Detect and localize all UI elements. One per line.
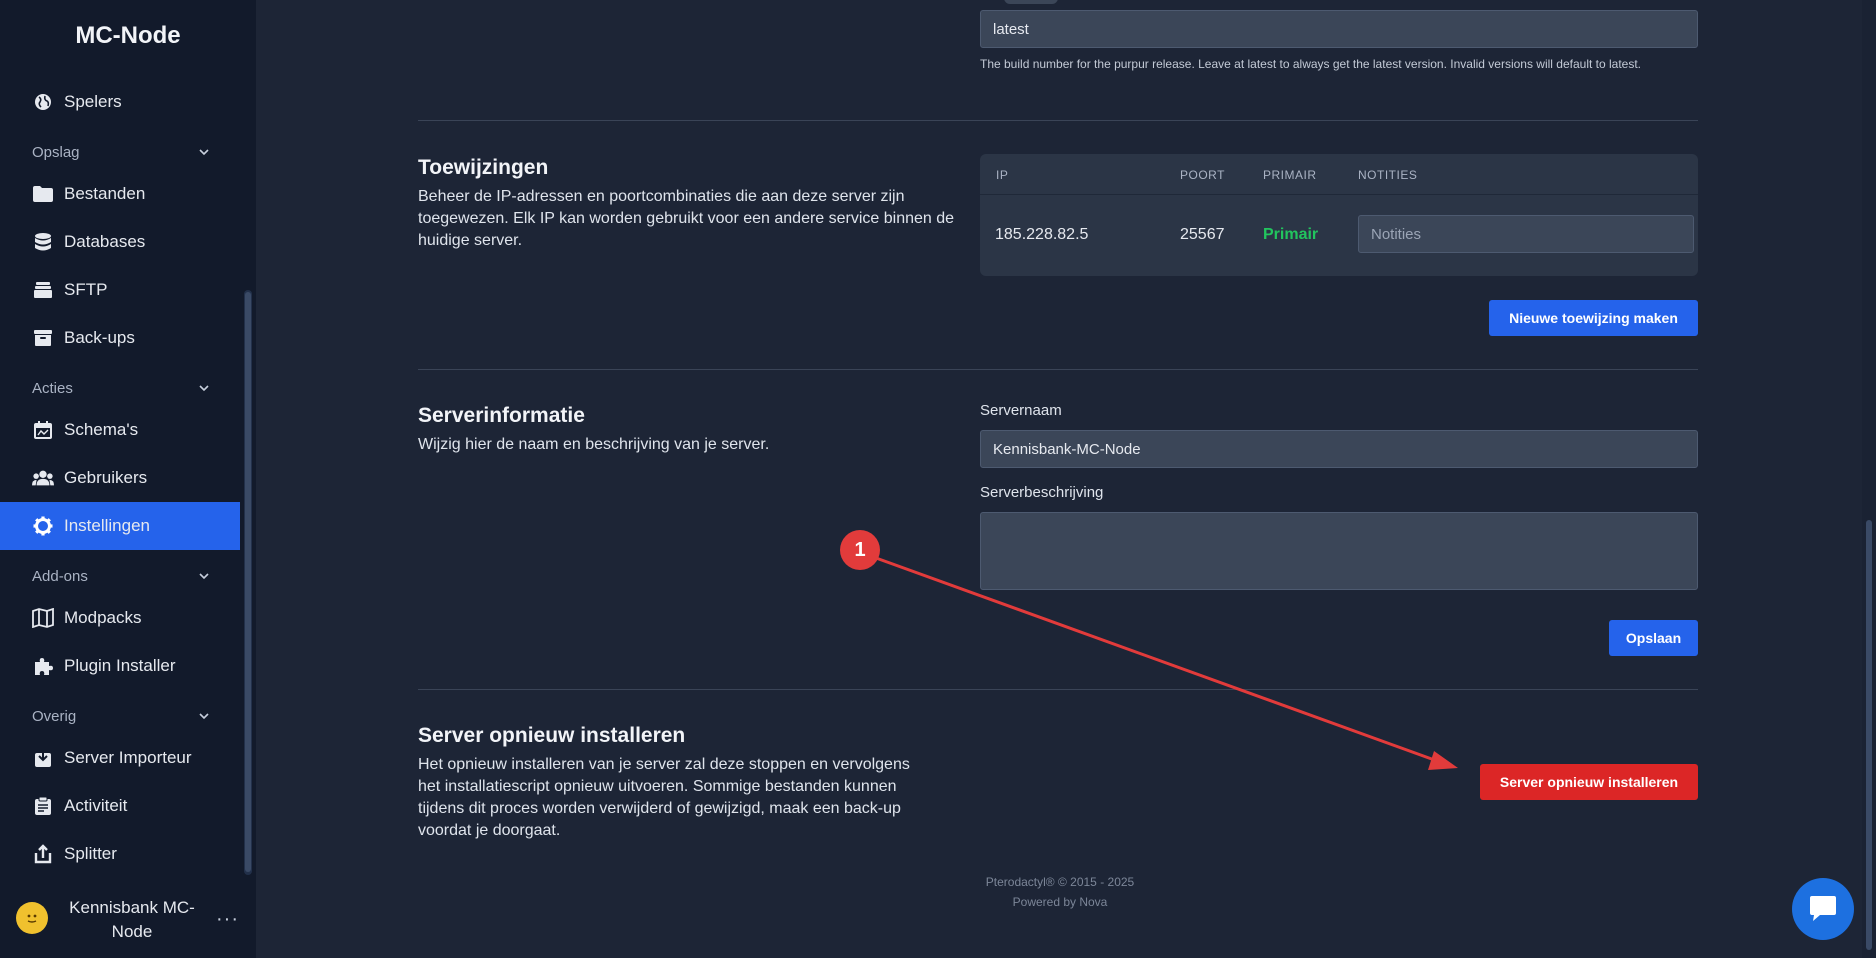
import-icon bbox=[32, 747, 54, 769]
allocation-primary-badge: Primair bbox=[1263, 226, 1319, 243]
calendar-icon bbox=[32, 419, 54, 441]
save-button[interactable]: Opslaan bbox=[1609, 620, 1698, 656]
server-info-title: Serverinformatie bbox=[418, 404, 585, 427]
allocations-title: Toewijzingen bbox=[418, 156, 549, 179]
sidebar-item-gebruikers[interactable]: Gebruikers bbox=[0, 454, 240, 502]
puzzle-icon bbox=[32, 655, 54, 677]
chevron-down-icon bbox=[199, 385, 209, 392]
sidebar-item-label: Splitter bbox=[64, 844, 117, 863]
avatar bbox=[16, 902, 48, 934]
allocation-notes-input[interactable] bbox=[1358, 215, 1694, 253]
sidebar-item-bestanden[interactable]: Bestanden bbox=[0, 170, 240, 218]
sidebar-scrollbar-thumb[interactable] bbox=[245, 292, 251, 872]
sidebar-item-label: SFTP bbox=[64, 280, 108, 299]
sidebar-item-plugin-installer[interactable]: Plugin Installer bbox=[0, 642, 240, 690]
section-label: Opslag bbox=[32, 143, 80, 161]
sidebar-item-schemas[interactable]: Schema's bbox=[0, 406, 240, 454]
section-label: Acties bbox=[32, 379, 73, 397]
section-opslag[interactable]: Opslag bbox=[32, 138, 210, 166]
column-header-ip: IP bbox=[996, 168, 1009, 182]
reinstall-title: Server opnieuw installeren bbox=[418, 724, 686, 747]
input-tab-remnant bbox=[1004, 0, 1058, 4]
server-info-description: Wijzig hier de naam en beschrijving van … bbox=[418, 436, 770, 453]
column-header-port: POORT bbox=[1180, 168, 1225, 182]
section-addons[interactable]: Add-ons bbox=[32, 562, 210, 590]
sidebar-item-server-importeur[interactable]: Server Importeur bbox=[0, 734, 240, 782]
sidebar-item-sftp[interactable]: SFTP bbox=[0, 266, 240, 314]
sidebar-item-backups[interactable]: Back-ups bbox=[0, 314, 240, 362]
chat-button[interactable] bbox=[1792, 878, 1854, 940]
user-name: Kennisbank MC-Node bbox=[69, 898, 195, 941]
reinstall-server-button[interactable]: Server opnieuw installeren bbox=[1480, 764, 1698, 800]
sidebar-item-instellingen[interactable]: Instellingen bbox=[0, 502, 240, 550]
column-header-notes: NOTITIES bbox=[1358, 168, 1418, 182]
allocations-description: Beheer de IP-adressen en poortcombinatie… bbox=[418, 188, 955, 249]
chevron-down-icon bbox=[199, 573, 209, 580]
sidebar-item-label: Modpacks bbox=[64, 608, 142, 627]
annotation-marker: 1 bbox=[840, 530, 880, 570]
section-label: Overig bbox=[32, 707, 77, 725]
section-acties[interactable]: Acties bbox=[32, 374, 210, 402]
chevron-down-icon bbox=[199, 713, 209, 720]
server-name-label: Servernaam bbox=[980, 402, 1062, 419]
sidebar-item-splitter[interactable]: Splitter bbox=[0, 830, 240, 878]
upload-icon bbox=[32, 843, 54, 865]
folder-icon bbox=[32, 183, 54, 205]
chat-icon bbox=[1810, 896, 1836, 921]
database-icon bbox=[32, 231, 54, 253]
annotation-arrow bbox=[875, 556, 1458, 770]
sidebar-item-label: Schema's bbox=[64, 420, 139, 439]
sidebar-item-label: Spelers bbox=[64, 92, 122, 111]
sidebar-item-label: Databases bbox=[64, 232, 146, 251]
gear-icon bbox=[32, 515, 54, 537]
footer-powered-by: Powered by Nova bbox=[1012, 895, 1108, 909]
sftp-icon bbox=[32, 279, 54, 301]
section-divider bbox=[418, 120, 1698, 121]
column-header-primary: PRIMAIR bbox=[1263, 168, 1317, 182]
allocation-ip: 185.228.82.5 bbox=[995, 226, 1089, 243]
sidebar-item-label: Bestanden bbox=[64, 184, 146, 203]
sidebar-item-activiteit[interactable]: Activiteit bbox=[0, 782, 240, 830]
chevron-down-icon bbox=[199, 149, 209, 156]
build-number-input[interactable] bbox=[980, 10, 1698, 48]
main-scrollbar-thumb[interactable] bbox=[1866, 520, 1872, 950]
archive-icon bbox=[32, 327, 54, 349]
new-allocation-button[interactable]: Nieuwe toewijzing maken bbox=[1489, 300, 1698, 336]
server-description-label: Serverbeschrijving bbox=[980, 484, 1104, 501]
sidebar: MC-Node Spelers Opslag Bestanden Databas… bbox=[0, 0, 256, 958]
sidebar-item-spelers[interactable]: Spelers bbox=[0, 78, 240, 126]
sidebar-item-modpacks[interactable]: Modpacks bbox=[0, 594, 240, 642]
footer-copyright: Pterodactyl® © 2015 - 2025 bbox=[985, 875, 1135, 889]
globe-icon bbox=[32, 91, 54, 113]
sidebar-item-label: Gebruikers bbox=[64, 468, 148, 487]
clipboard-icon bbox=[32, 795, 54, 817]
sidebar-item-databases[interactable]: Databases bbox=[0, 218, 240, 266]
sidebar-item-label: Activiteit bbox=[64, 796, 128, 815]
sidebar-item-label: Server Importeur bbox=[64, 748, 192, 767]
section-divider bbox=[418, 369, 1698, 370]
table-header-divider bbox=[980, 194, 1698, 195]
server-description-textarea[interactable] bbox=[980, 512, 1698, 590]
sidebar-item-label: Plugin Installer bbox=[64, 656, 176, 675]
users-icon bbox=[32, 467, 54, 489]
section-overig[interactable]: Overig bbox=[32, 702, 210, 730]
brand-title: MC-Node bbox=[75, 22, 181, 49]
sidebar-item-label: Instellingen bbox=[64, 516, 151, 535]
section-divider bbox=[418, 689, 1698, 690]
section-label: Add-ons bbox=[32, 567, 88, 585]
build-help-text: The build number for the purpur release.… bbox=[980, 57, 1642, 71]
allocation-port: 25567 bbox=[1180, 226, 1225, 243]
more-options-icon[interactable]: ··· bbox=[216, 908, 239, 931]
server-name-input[interactable] bbox=[980, 430, 1698, 468]
reinstall-description: Het opnieuw installeren van je server za… bbox=[418, 756, 910, 839]
map-icon bbox=[32, 607, 54, 629]
sidebar-item-label: Back-ups bbox=[64, 328, 135, 347]
user-profile[interactable]: Kennisbank MC-Node ··· bbox=[0, 892, 256, 952]
allocations-table: IP POORT PRIMAIR NOTITIES 185.228.82.5 2… bbox=[980, 154, 1698, 276]
